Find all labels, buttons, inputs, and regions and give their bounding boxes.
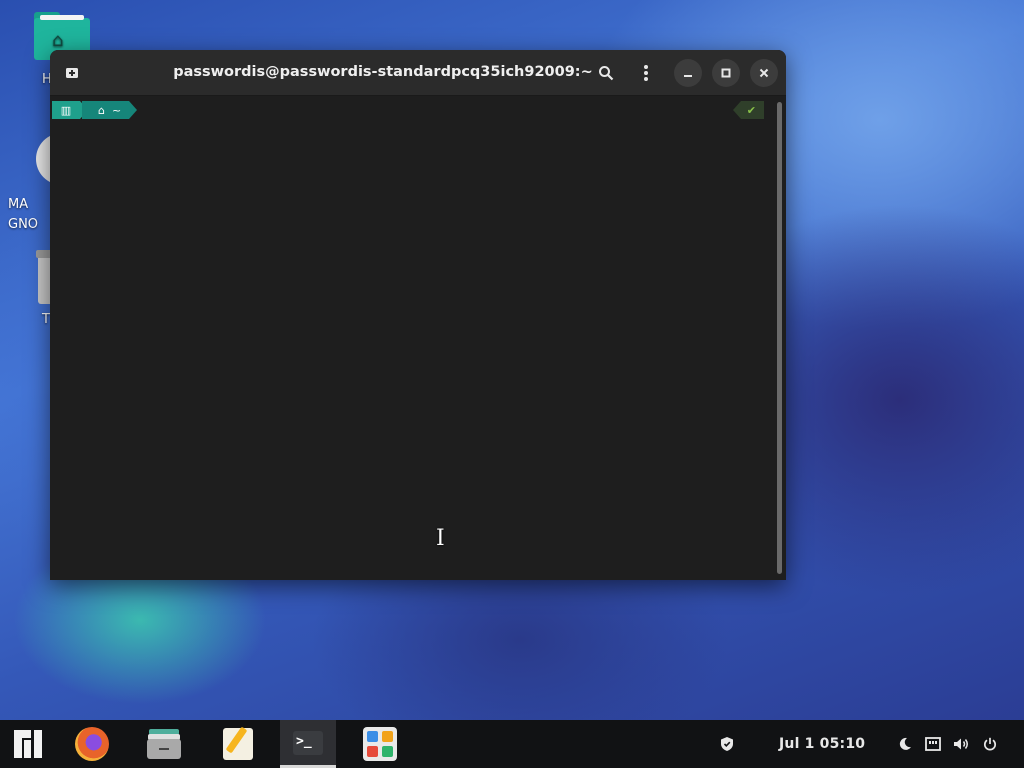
power-icon: [983, 737, 997, 751]
prompt-os-segment: ▥: [52, 101, 88, 119]
taskbar-firefox[interactable]: [64, 720, 120, 768]
home-icon: ⌂: [98, 103, 105, 117]
kebab-menu-icon: [644, 65, 648, 81]
security-tray-button[interactable]: [720, 720, 734, 768]
taskbar-software-store[interactable]: [352, 720, 408, 768]
network-wired-icon: [925, 737, 941, 751]
night-light-button[interactable]: [898, 720, 912, 768]
terminal-icon: >_: [293, 730, 323, 755]
shield-icon: [721, 737, 733, 751]
close-icon: [759, 68, 769, 78]
maximize-button[interactable]: [712, 59, 740, 87]
menu-button[interactable]: [632, 59, 660, 87]
terminal-output-area[interactable]: ▥ ⌂ ~ ✔: [50, 96, 786, 580]
manjaro-menu-icon: [14, 730, 42, 758]
taskbar-terminal[interactable]: >_: [280, 720, 336, 768]
network-button[interactable]: [925, 720, 941, 768]
software-store-icon: [363, 727, 397, 761]
text-editor-icon: [223, 726, 253, 760]
prompt-dir-segment: ⌂ ~: [82, 101, 138, 119]
prompt-dir: ~: [111, 103, 122, 117]
search-button[interactable]: [592, 59, 620, 87]
volume-button[interactable]: [953, 720, 970, 768]
volume-icon: [954, 738, 968, 750]
maximize-icon: [721, 68, 731, 78]
manjaro-logo-icon: ▥: [60, 103, 72, 117]
moon-icon: [899, 737, 911, 750]
checkmark-icon: ✔: [746, 103, 756, 117]
clock[interactable]: Jul 1 05:10: [779, 720, 865, 768]
power-button[interactable]: [983, 720, 997, 768]
close-button[interactable]: [750, 59, 778, 87]
firefox-icon: [75, 727, 109, 761]
search-icon: [599, 66, 614, 81]
taskbar: >_ Jul 1 05:10: [0, 720, 1024, 768]
text-cursor-icon: I: [436, 526, 445, 551]
taskbar-text-editor[interactable]: [210, 720, 266, 768]
minimize-button[interactable]: [674, 59, 702, 87]
file-manager-icon: [147, 729, 181, 759]
shell-prompt: ▥ ⌂ ~: [52, 101, 138, 119]
app-menu-button[interactable]: [0, 720, 56, 768]
minimize-icon: [684, 75, 692, 77]
taskbar-files[interactable]: [136, 720, 192, 768]
titlebar[interactable]: passwordis@passwordis-standardpcq35ich92…: [50, 50, 786, 96]
prompt-status-segment: ✔: [732, 101, 764, 119]
scrollbar[interactable]: [777, 102, 782, 574]
terminal-window[interactable]: passwordis@passwordis-standardpcq35ich92…: [50, 50, 786, 580]
